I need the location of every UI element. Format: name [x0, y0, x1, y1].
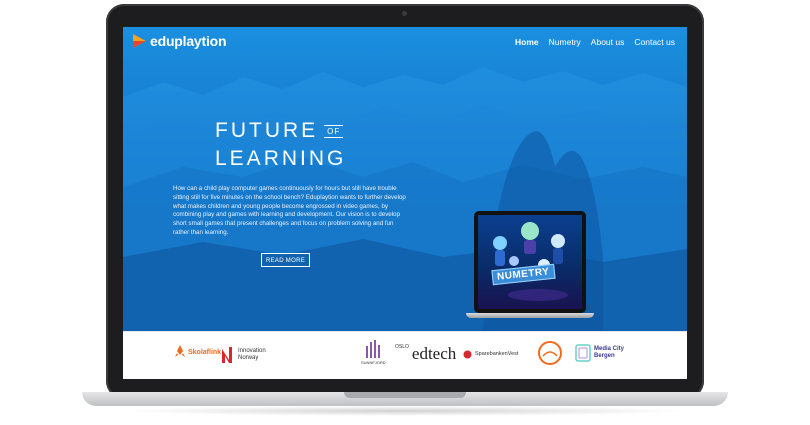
- main-nav: Home Numetry About us Contact us: [515, 37, 675, 47]
- laptop-shadow: [120, 406, 690, 416]
- partner-skolaflink[interactable]: Skolaflink: [175, 345, 221, 359]
- partner-media-city-bergen[interactable]: Media City Bergen: [575, 344, 624, 362]
- game-screenshot: NUMETRY: [478, 215, 582, 309]
- partner-logos: Skolaflink Innovation Norway SUNNFJORD O…: [123, 331, 687, 379]
- nav-home[interactable]: Home: [515, 37, 539, 47]
- game-preview-laptop: NUMETRY: [466, 211, 594, 321]
- partner-innovation-norway[interactable]: Innovation Norway: [221, 346, 266, 364]
- partner-circle-logo[interactable]: [537, 340, 563, 366]
- title-learning: LEARNING: [215, 147, 347, 170]
- logo[interactable]: eduplaytion: [131, 33, 227, 49]
- partner-oslo-edtech[interactable]: OSLO edtech: [395, 344, 456, 364]
- hero-section: eduplaytion Home Numetry About us Contac…: [123, 27, 687, 331]
- partner-sunnfjord[interactable]: SUNNFJORD: [361, 340, 386, 366]
- nav-numetry[interactable]: Numetry: [549, 37, 581, 47]
- camera-icon: [402, 11, 407, 16]
- sparebanken-icon: [463, 350, 472, 359]
- website-screen: eduplaytion Home Numetry About us Contac…: [123, 27, 687, 379]
- sunnfjord-icon: [366, 340, 381, 358]
- rocket-icon: [175, 345, 185, 357]
- laptop-notch: [344, 392, 466, 398]
- game-characters-icon: [493, 222, 568, 301]
- partner-sparebanken-vest[interactable]: SparebankenVest: [463, 350, 518, 359]
- read-more-button[interactable]: READ MORE: [261, 253, 310, 267]
- hero-title: FUTURE OF LEARNING: [215, 119, 346, 171]
- play-logo-icon: [133, 34, 146, 48]
- nav-contact-us[interactable]: Contact us: [634, 37, 675, 47]
- innovation-norway-icon: [222, 347, 232, 363]
- media-city-icon: [575, 344, 591, 362]
- mountain-background: [123, 67, 687, 331]
- hero-description: How can a child play computer games cont…: [173, 185, 406, 236]
- nav-about-us[interactable]: About us: [591, 37, 625, 47]
- brand-name: eduplaytion: [150, 33, 227, 49]
- title-of: OF: [324, 124, 344, 138]
- title-future: FUTURE: [215, 119, 319, 142]
- orange-circle-logo-icon: [538, 341, 562, 365]
